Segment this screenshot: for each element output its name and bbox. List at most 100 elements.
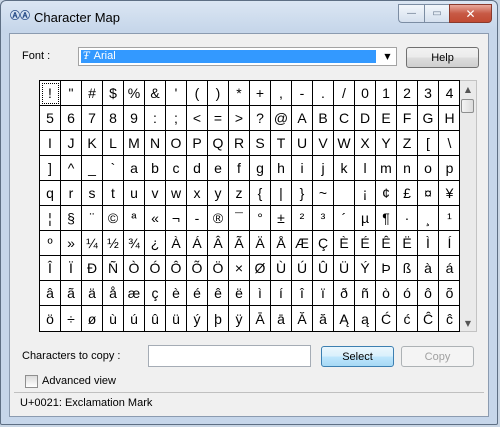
character-cell[interactable]: É: [355, 231, 376, 256]
character-cell[interactable]: Ö: [208, 256, 229, 281]
character-cell[interactable]: S: [250, 131, 271, 156]
character-cell[interactable]: ý: [187, 306, 208, 331]
character-cell[interactable]: ¼: [82, 231, 103, 256]
character-cell[interactable]: =: [208, 106, 229, 131]
character-cell[interactable]: ¾: [124, 231, 145, 256]
character-cell[interactable]: Á: [187, 231, 208, 256]
character-cell[interactable]: 6: [61, 106, 82, 131]
character-cell[interactable]: ¸: [418, 206, 439, 231]
character-cell[interactable]: 3: [418, 81, 439, 106]
character-cell[interactable]: ü: [166, 306, 187, 331]
character-cell[interactable]: ø: [82, 306, 103, 331]
character-cell[interactable]: ÿ: [229, 306, 250, 331]
character-cell[interactable]: Y: [376, 131, 397, 156]
character-cell[interactable]: ó: [397, 281, 418, 306]
character-cell[interactable]: è: [166, 281, 187, 306]
character-cell[interactable]: Z: [397, 131, 418, 156]
character-cell[interactable]: _: [82, 156, 103, 181]
copy-button[interactable]: Copy: [401, 346, 474, 367]
character-cell[interactable]: [334, 181, 355, 206]
select-button[interactable]: Select: [321, 346, 394, 367]
scroll-down-icon[interactable]: ▼: [460, 315, 476, 331]
character-cell[interactable]: ê: [208, 281, 229, 306]
character-cell[interactable]: Ò: [124, 256, 145, 281]
character-cell[interactable]: G: [418, 106, 439, 131]
character-cell[interactable]: K: [82, 131, 103, 156]
character-cell[interactable]: [: [418, 131, 439, 156]
character-cell[interactable]: ¡: [355, 181, 376, 206]
scroll-up-icon[interactable]: ▲: [460, 81, 476, 97]
character-cell[interactable]: H: [439, 106, 460, 131]
character-cell[interactable]: x: [187, 181, 208, 206]
character-cell[interactable]: á: [439, 256, 460, 281]
character-cell[interactable]: F: [397, 106, 418, 131]
character-cell[interactable]: b: [145, 156, 166, 181]
character-cell[interactable]: õ: [439, 281, 460, 306]
character-cell[interactable]: Q: [208, 131, 229, 156]
character-cell[interactable]: B: [313, 106, 334, 131]
character-cell[interactable]: >: [229, 106, 250, 131]
character-cell[interactable]: §: [61, 206, 82, 231]
character-cell[interactable]: ò: [376, 281, 397, 306]
character-cell[interactable]: ¶: [376, 206, 397, 231]
character-cell[interactable]: ¯: [229, 206, 250, 231]
character-cell[interactable]: Ü: [334, 256, 355, 281]
character-cell[interactable]: L: [103, 131, 124, 156]
character-cell[interactable]: /: [334, 81, 355, 106]
character-cell[interactable]: Í: [439, 231, 460, 256]
character-cell[interactable]: ´: [334, 206, 355, 231]
character-cell[interactable]: Ý: [355, 256, 376, 281]
grid-scrollbar[interactable]: ▲ ▼: [460, 80, 477, 332]
character-cell[interactable]: `: [103, 156, 124, 181]
character-cell[interactable]: Ô: [166, 256, 187, 281]
character-cell[interactable]: s: [82, 181, 103, 206]
character-cell[interactable]: X: [355, 131, 376, 156]
character-cell[interactable]: ß: [397, 256, 418, 281]
character-cell[interactable]: I: [40, 131, 61, 156]
font-dropdown[interactable]: Ŧ Arial ▼: [78, 47, 397, 66]
character-cell[interactable]: @: [271, 106, 292, 131]
character-cell[interactable]: ï: [313, 281, 334, 306]
character-cell[interactable]: ª: [124, 206, 145, 231]
character-cell[interactable]: |: [271, 181, 292, 206]
character-cell[interactable]: À: [166, 231, 187, 256]
character-cell[interactable]: 8: [103, 106, 124, 131]
character-cell[interactable]: i: [292, 156, 313, 181]
character-cell[interactable]: ¨: [82, 206, 103, 231]
character-cell[interactable]: ā: [271, 306, 292, 331]
character-cell[interactable]: ¤: [418, 181, 439, 206]
character-cell[interactable]: Ï: [61, 256, 82, 281]
character-cell[interactable]: Õ: [187, 256, 208, 281]
character-cell[interactable]: û: [145, 306, 166, 331]
character-cell[interactable]: ä: [82, 281, 103, 306]
character-cell[interactable]: å: [103, 281, 124, 306]
help-button[interactable]: Help: [406, 47, 479, 68]
character-cell[interactable]: *: [229, 81, 250, 106]
character-cell[interactable]: ë: [229, 281, 250, 306]
character-cell[interactable]: ": [61, 81, 82, 106]
scroll-thumb[interactable]: [461, 99, 474, 113]
advanced-view-label[interactable]: Advanced view: [42, 375, 116, 387]
character-cell[interactable]: f: [229, 156, 250, 181]
character-cell[interactable]: ù: [103, 306, 124, 331]
character-cell[interactable]: z: [229, 181, 250, 206]
character-cell[interactable]: a: [124, 156, 145, 181]
character-cell[interactable]: ·: [397, 206, 418, 231]
character-cell[interactable]: Û: [313, 256, 334, 281]
character-cell[interactable]: î: [292, 281, 313, 306]
character-cell[interactable]: é: [187, 281, 208, 306]
character-cell[interactable]: U: [292, 131, 313, 156]
character-cell[interactable]: p: [439, 156, 460, 181]
character-cell[interactable]: O: [166, 131, 187, 156]
character-cell[interactable]: ;: [166, 106, 187, 131]
character-cell[interactable]: :: [145, 106, 166, 131]
character-cell[interactable]: !: [40, 81, 61, 106]
character-cell[interactable]: 1: [376, 81, 397, 106]
character-cell[interactable]: ?: [250, 106, 271, 131]
character-cell[interactable]: J: [61, 131, 82, 156]
chevron-down-icon[interactable]: ▼: [379, 48, 396, 65]
character-cell[interactable]: £: [397, 181, 418, 206]
character-cell[interactable]: 2: [397, 81, 418, 106]
character-cell[interactable]: ©: [103, 206, 124, 231]
character-cell[interactable]: 4: [439, 81, 460, 106]
